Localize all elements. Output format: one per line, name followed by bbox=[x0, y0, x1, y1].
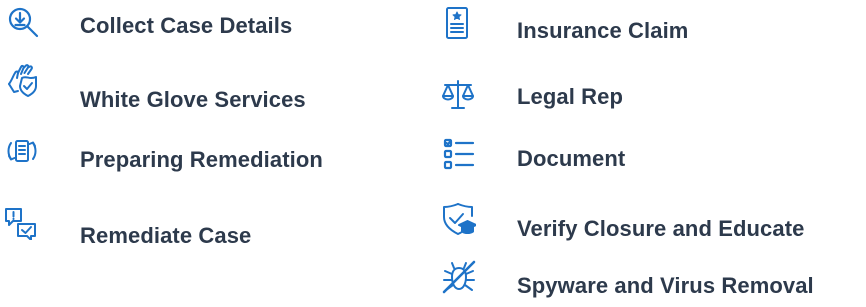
service-label: Remediate Case bbox=[80, 223, 252, 248]
service-label: Insurance Claim bbox=[517, 18, 689, 43]
service-label: White Glove Services bbox=[80, 87, 306, 112]
hand-heart-shield-icon bbox=[6, 64, 40, 98]
magnifier-download-icon bbox=[6, 6, 40, 40]
scales-icon bbox=[441, 78, 475, 112]
chat-alert-check-icon bbox=[4, 206, 38, 240]
service-label: Spyware and Virus Removal bbox=[517, 273, 814, 298]
checklist-icon bbox=[442, 137, 476, 171]
service-label: Verify Closure and Educate bbox=[517, 216, 805, 241]
service-label: Legal Rep bbox=[517, 84, 624, 109]
document-refresh-icon bbox=[5, 134, 39, 168]
policy-document-icon bbox=[440, 6, 474, 40]
service-label: Collect Case Details bbox=[80, 13, 293, 38]
bug-crossed-icon bbox=[442, 260, 476, 294]
shield-graduation-icon bbox=[442, 202, 476, 236]
service-label: Preparing Remediation bbox=[80, 147, 323, 172]
service-label: Document bbox=[517, 146, 626, 171]
